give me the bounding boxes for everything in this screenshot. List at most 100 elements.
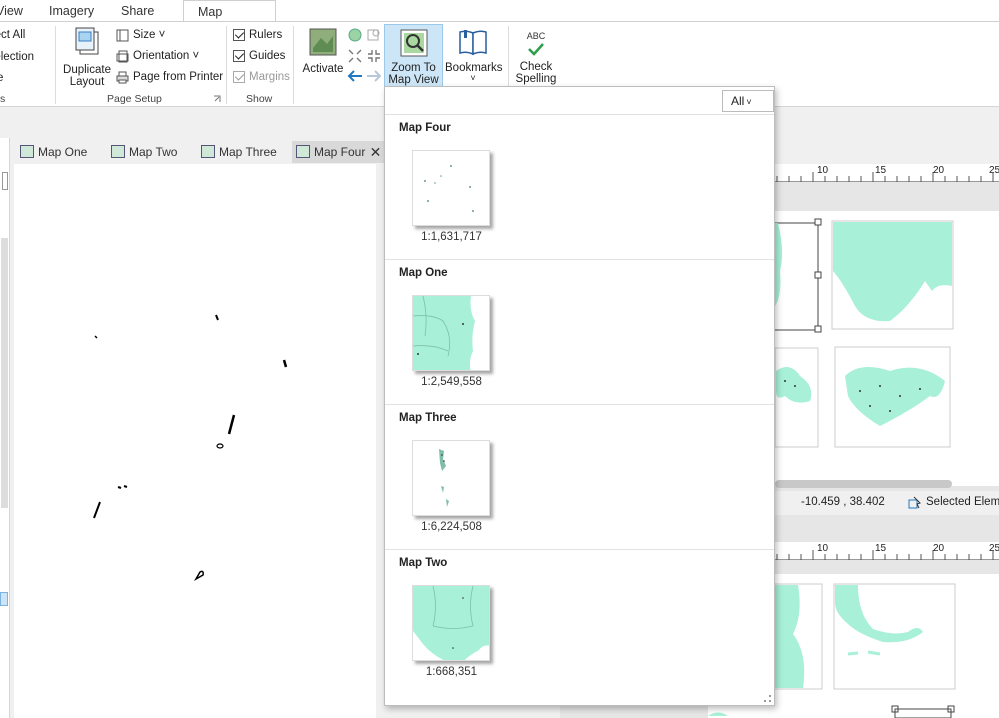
- guides-checkbox[interactable]: [233, 50, 245, 62]
- horizontal-ruler-bottom: 10 15 20 25: [773, 542, 999, 560]
- check-spelling-button[interactable]: ABC Check Spelling: [512, 24, 560, 90]
- ribbon-tab-bar: View Imagery Share Map Frame: [0, 0, 999, 41]
- group-label-clipped: s: [0, 93, 6, 105]
- coordinates-readout: -10.459 , 38.402: [801, 496, 885, 508]
- duplicate-layout-button[interactable]: Duplicate Layout: [60, 24, 114, 90]
- margins-label: Margins: [249, 71, 290, 83]
- thumbnail-map: [413, 586, 489, 660]
- zoom-out-fixed-icon[interactable]: [366, 48, 382, 64]
- panel-selected-item[interactable]: [0, 592, 8, 606]
- ribbon-clipped-item[interactable]: e: [0, 72, 3, 84]
- map-features: [93, 314, 288, 582]
- bookmark-name: Map Four: [399, 122, 451, 134]
- horizontal-ruler-top: 10 15 20 25: [773, 164, 999, 182]
- abc-label: ABC: [526, 31, 546, 41]
- bookmark-item-map-four[interactable]: Map Four 1:1,631,717: [385, 115, 774, 260]
- select-all-button[interactable]: Select All: [0, 29, 25, 41]
- bookmark-name: Map One: [399, 267, 448, 279]
- bookmark-scale: 1:1,631,717: [421, 231, 482, 243]
- map-icon: [201, 145, 215, 158]
- tab-map-frame[interactable]: Map Frame: [183, 0, 276, 41]
- tab-map-two[interactable]: Map Two: [107, 141, 177, 163]
- chevron-down-icon: ˅: [470, 73, 476, 83]
- tab-map-four[interactable]: Map Four ✕: [292, 141, 386, 163]
- map-icon: [20, 145, 34, 158]
- tab-map-one[interactable]: Map One: [16, 141, 87, 163]
- activate-button[interactable]: Activate: [301, 24, 345, 90]
- size-button[interactable]: Size ˅: [133, 29, 165, 41]
- check-spelling-label: Check Spelling: [515, 61, 557, 85]
- guides-label: Guides: [249, 50, 286, 62]
- thumbnail-map: [424, 165, 474, 212]
- bookmark-thumbnail: [412, 585, 490, 661]
- tab-map-three[interactable]: Map Three: [197, 141, 277, 163]
- bookmark-name: Map Two: [399, 557, 448, 569]
- selected-elements-icon: [908, 496, 921, 509]
- printer-icon: [116, 71, 129, 84]
- panel-control[interactable]: [2, 172, 8, 190]
- bookmark-filter-dropdown[interactable]: All ˅: [722, 90, 774, 112]
- zoom-to-map-view-icon: [400, 29, 427, 57]
- zoom-to-map-view-label: Zoom To Map View: [388, 62, 439, 86]
- bookmark-item-map-one[interactable]: Map One 1:2,549,558: [385, 260, 774, 405]
- show-group-label: Show: [246, 93, 273, 105]
- selected-elements-status[interactable]: Selected Eleme: [926, 496, 999, 508]
- rulers-checkbox[interactable]: [233, 29, 245, 41]
- orientation-button[interactable]: Orientation ˅: [133, 50, 199, 62]
- bookmark-filter-bar: All ˅: [385, 87, 774, 115]
- tab-share[interactable]: Share: [121, 0, 154, 22]
- horizontal-scrollbar[interactable]: [775, 480, 952, 488]
- ribbon-separator: [226, 26, 227, 104]
- ruler-ticks: [776, 550, 994, 560]
- zoom-to-map-view-button[interactable]: Zoom To Map View ˅: [384, 24, 443, 95]
- bookmark-scale: 1:6,224,508: [421, 521, 482, 533]
- thumbnail-map: [439, 449, 449, 507]
- layout-page-top[interactable]: [759, 211, 999, 486]
- bookmark-scale: 1:2,549,558: [421, 376, 482, 388]
- page-from-printer-button[interactable]: Page from Printer: [133, 71, 223, 83]
- bookmark-scale: 1:668,351: [425, 666, 478, 678]
- previous-extent-icon[interactable]: [346, 69, 364, 83]
- ribbon-separator: [293, 26, 294, 104]
- ruler-ticks: [776, 172, 994, 182]
- activate-icon: [309, 28, 337, 56]
- dialog-launcher-icon[interactable]: [213, 95, 221, 103]
- map-view-canvas[interactable]: [14, 164, 376, 718]
- bookmark-name: Map Three: [399, 412, 457, 424]
- thumbnail-map: [413, 296, 475, 370]
- left-side-panel: [0, 138, 10, 718]
- map-icon: [111, 145, 125, 158]
- layout-maps-top: [759, 218, 954, 448]
- zoom-in-fixed-icon[interactable]: [347, 48, 363, 64]
- resize-grip-icon[interactable]: [764, 695, 771, 702]
- tab-imagery[interactable]: Imagery: [49, 0, 94, 22]
- clear-selection-button[interactable]: Clear Selection: [0, 51, 34, 63]
- page-setup-group-label: Page Setup: [107, 93, 162, 105]
- bookmark-thumbnail: [412, 150, 490, 226]
- bookmarks-dropdown: All ˅ Map Four 1:1,631,717 Map One 1:2,54…: [384, 86, 775, 706]
- panel-scrollbar[interactable]: [1, 238, 8, 508]
- ribbon-separator: [55, 26, 56, 104]
- margins-checkbox[interactable]: [233, 71, 245, 83]
- map-icon: [296, 145, 310, 158]
- orientation-icon: [116, 50, 129, 63]
- checkmark-icon: [528, 43, 544, 56]
- bookmark-item-map-three[interactable]: Map Three 1:6,224,508: [385, 405, 774, 550]
- duplicate-layout-icon: [75, 27, 99, 55]
- close-icon[interactable]: ✕: [370, 141, 382, 163]
- bookmarks-button[interactable]: Bookmarks ˅: [445, 24, 503, 90]
- layout-status-bar: -10.459 , 38.402 Selected Eleme: [773, 491, 999, 515]
- bookmark-thumbnail: [412, 295, 490, 371]
- chevron-down-icon: ˅: [746, 97, 752, 107]
- bookmark-item-map-two[interactable]: Map Two 1:668,351: [385, 550, 774, 695]
- tab-view[interactable]: View: [0, 0, 23, 22]
- duplicate-layout-label: Duplicate Layout: [63, 64, 111, 88]
- book-icon: [459, 30, 487, 56]
- globe-icon[interactable]: [347, 27, 363, 43]
- full-extent-icon[interactable]: [366, 27, 382, 43]
- activate-label: Activate: [302, 63, 344, 75]
- rulers-label: Rulers: [249, 29, 283, 41]
- bookmark-thumbnail: [412, 440, 490, 516]
- size-icon: [116, 29, 129, 42]
- next-extent-icon[interactable]: [365, 69, 383, 83]
